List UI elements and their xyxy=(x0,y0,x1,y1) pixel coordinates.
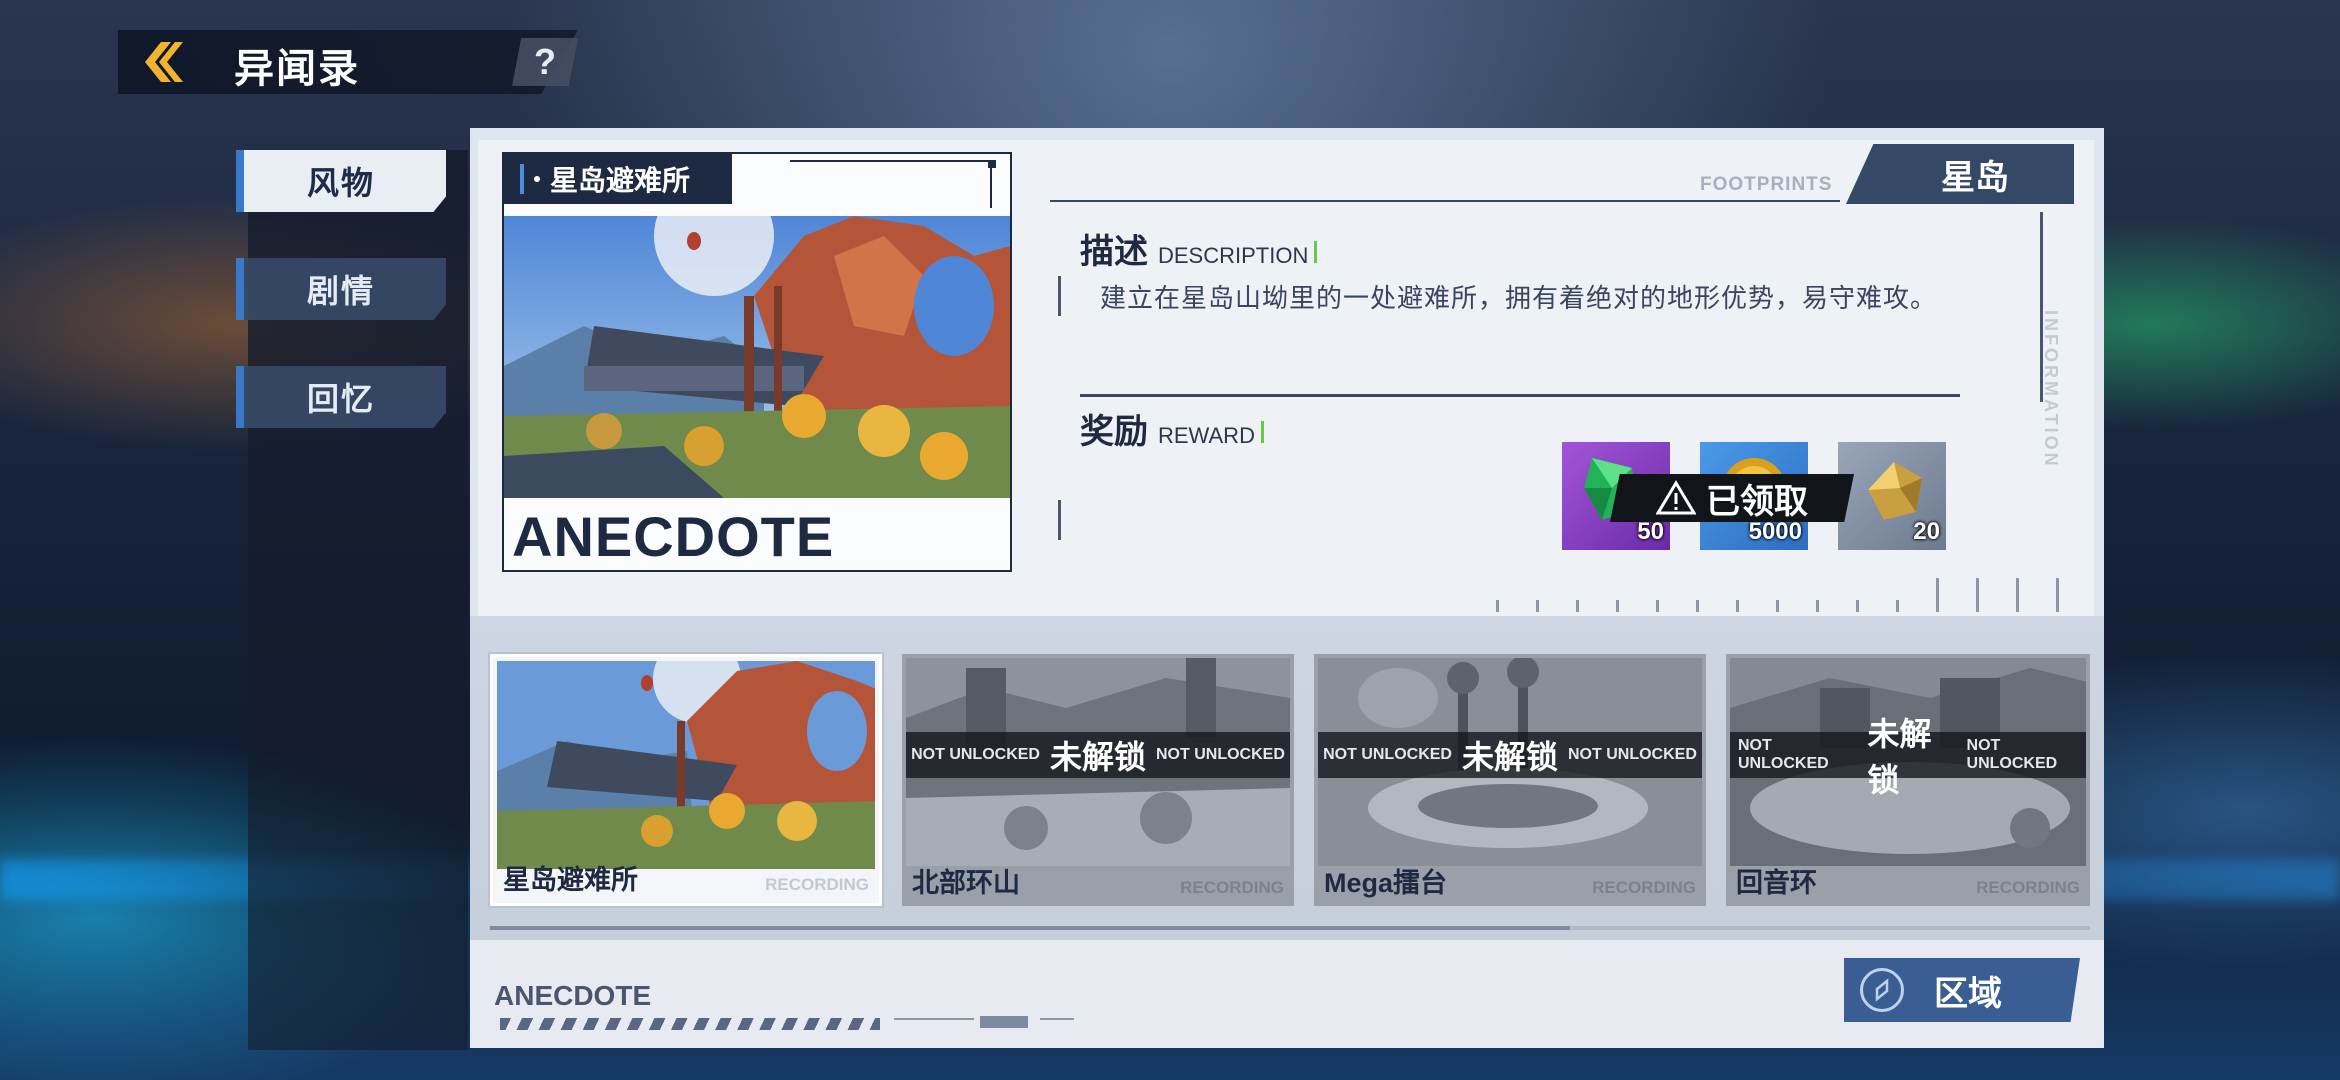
tab-label: 风物 xyxy=(306,165,375,201)
tab-story[interactable]: 剧情 xyxy=(236,258,446,320)
back-arrow-icon xyxy=(145,42,183,82)
warning-icon xyxy=(1656,480,1696,515)
information-vertical-label: INFORMATION xyxy=(2041,310,2061,469)
location-card[interactable]: NOT UNLOCKED 未解锁 NOT UNLOCKED Mega擂台 REC… xyxy=(1314,654,1706,906)
reward-title-en: REWARD xyxy=(1158,423,1255,448)
recording-label: RECORDING xyxy=(1976,878,2080,897)
not-unlocked-label: NOT UNLOCKED xyxy=(1156,746,1285,763)
compass-icon xyxy=(1860,968,1904,1012)
reward-header: 奖励 REWARD xyxy=(1080,404,1264,453)
locked-label: 未解锁 xyxy=(1867,716,1932,798)
locked-label: 未解锁 xyxy=(1049,739,1146,775)
description-title: 描述 xyxy=(1080,233,1148,271)
region-badge: 星岛 xyxy=(1846,144,2074,204)
footer-line xyxy=(1040,1018,1074,1020)
location-card[interactable]: NOT UNLOCKED 未解锁 NOT UNLOCKED 北部环山 RECOR… xyxy=(902,654,1294,906)
text-bar xyxy=(1058,276,1061,316)
description-header: 描述 DESCRIPTION xyxy=(1080,224,1318,273)
scroll-thumb[interactable] xyxy=(490,926,1570,930)
reward-item[interactable]: 20 xyxy=(1838,442,1946,550)
location-name: 北部环山 xyxy=(912,868,1020,898)
not-unlocked-label: NOT UNLOCKED xyxy=(1738,737,1829,772)
location-name: 星岛避难所 xyxy=(503,865,638,895)
tab-label: 剧情 xyxy=(306,273,375,309)
location-card[interactable]: 星岛避难所 RECORDING xyxy=(490,654,882,906)
locked-overlay: NOT UNLOCKED 未解锁 NOT UNLOCKED xyxy=(1318,732,1702,778)
corner-deco xyxy=(790,160,990,162)
location-card[interactable]: NOT UNLOCKED 未解锁 NOT UNLOCKED 回音环 RECORD… xyxy=(1726,654,2090,906)
tab-scenery[interactable]: 风物 xyxy=(236,150,446,212)
recording-label: RECORDING xyxy=(1180,878,1284,897)
divider xyxy=(1050,200,1840,202)
footer-block xyxy=(980,1016,1028,1028)
reward-title: 奖励 xyxy=(1080,413,1148,451)
back-button[interactable] xyxy=(122,34,194,90)
page-title: 异闻录 xyxy=(234,47,360,91)
divider xyxy=(1080,394,1960,397)
area-button-label: 区域 xyxy=(1934,974,2002,1013)
description-text: 建立在星岛山坳里的一处避难所，拥有着绝对的地形优势，易守难攻。 xyxy=(1100,283,1938,313)
tab-label: 回忆 xyxy=(306,381,375,417)
reward-count: 50 xyxy=(1637,518,1664,545)
locked-label: 未解锁 xyxy=(1461,739,1558,775)
not-unlocked-label: NOT UNLOCKED xyxy=(1323,746,1452,763)
location-name: 回音环 xyxy=(1736,868,1817,898)
not-unlocked-label: NOT UNLOCKED xyxy=(1568,746,1697,763)
feature-watermark: ANECDOTE xyxy=(512,505,835,568)
recording-label: RECORDING xyxy=(765,875,869,894)
location-name: Mega擂台 xyxy=(1324,868,1448,898)
description-title-en: DESCRIPTION xyxy=(1158,243,1309,268)
not-unlocked-label: NOT UNLOCKED xyxy=(1966,737,2058,772)
recording-label: RECORDING xyxy=(1592,878,1696,897)
region-name: 星岛 xyxy=(1941,158,2009,197)
reward-count: 20 xyxy=(1913,518,1940,545)
locked-overlay: NOT UNLOCKED 未解锁 NOT UNLOCKED xyxy=(906,732,1290,778)
corner-deco xyxy=(990,168,992,208)
reward-count: 5000 xyxy=(1748,518,1802,545)
feature-name: 星岛避难所 xyxy=(550,165,691,196)
locked-overlay: NOT UNLOCKED 未解锁 NOT UNLOCKED xyxy=(1730,716,2086,798)
feature-image xyxy=(504,216,1010,498)
help-button[interactable]: ? xyxy=(512,38,578,86)
footer-line xyxy=(894,1018,974,1020)
area-button[interactable]: 区域 xyxy=(1844,958,2080,1022)
not-unlocked-label: NOT UNLOCKED xyxy=(911,746,1040,763)
footer-anecdote-label: ANECDOTE xyxy=(494,980,652,1011)
location-image xyxy=(497,661,875,869)
footprints-label: FOOTPRINTS xyxy=(1700,174,1833,195)
claimed-banner: 已领取 xyxy=(1610,474,1854,522)
text-bar xyxy=(1058,500,1061,540)
footer-stripes xyxy=(500,1018,880,1030)
feature-name-tag: 星岛避难所 xyxy=(504,154,732,204)
claimed-label: 已领取 xyxy=(1706,482,1808,521)
corner-deco xyxy=(988,160,996,168)
tab-memory[interactable]: 回忆 xyxy=(236,366,446,428)
